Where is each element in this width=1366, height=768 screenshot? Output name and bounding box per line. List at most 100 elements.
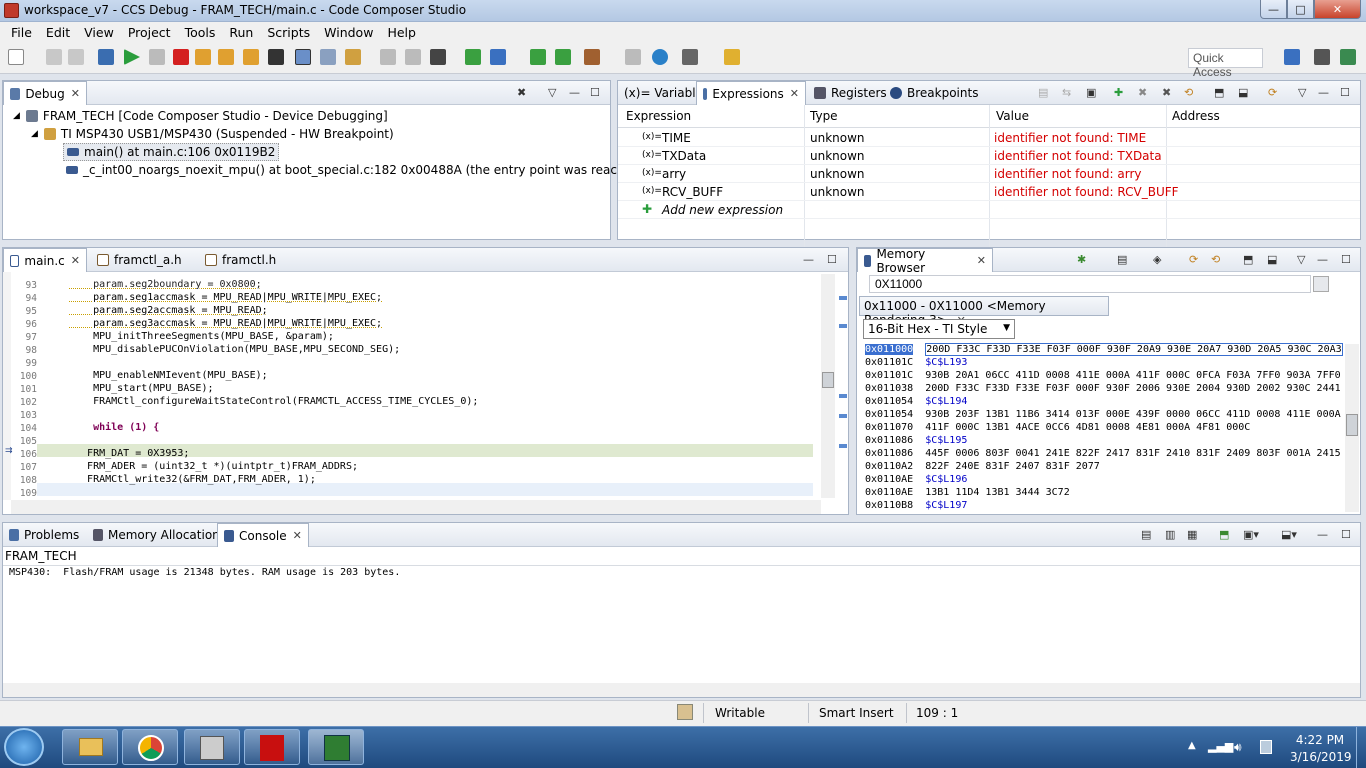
show-desktop-button[interactable] (1356, 727, 1366, 768)
tab-framctl-h[interactable]: framctl.h (199, 248, 282, 272)
memory-row[interactable]: 0x0110A2 822F 240E 831F 2407 831F 2077 (865, 461, 1100, 472)
minimize-button[interactable]: — (1260, 0, 1287, 19)
close-tab-icon[interactable]: ✕ (293, 529, 302, 542)
memory-data[interactable]: 822F 240E 831F 2407 831F 2077 (925, 461, 1100, 472)
format-select[interactable]: 16-Bit Hex - TI Style ▼ (863, 319, 1015, 339)
console-horizontal-scrollbar[interactable] (3, 683, 1360, 697)
ccs-edit-perspective-icon[interactable] (1314, 49, 1330, 65)
menu-window[interactable]: Window (317, 25, 380, 40)
suspend-icon[interactable] (149, 49, 165, 65)
code-line[interactable]: param.seg2boundary = 0x0800; (69, 279, 262, 290)
external-tools-icon[interactable] (724, 49, 740, 65)
action-center-icon[interactable] (1260, 740, 1272, 754)
expression-row[interactable]: (x)= RCV_BUFF unknown identifier not fou… (618, 183, 1360, 201)
code-line[interactable]: FRAMCtl_configureWaitStateControl(FRAMCT… (69, 396, 478, 407)
code-line[interactable]: FRM_DAT = 0X3953; (69, 448, 189, 459)
build-hammer-icon[interactable] (584, 49, 600, 65)
expression-row[interactable]: (x)= TIME unknown identifier not found: … (618, 129, 1360, 147)
tab-debug[interactable]: Debug ✕ (3, 81, 87, 105)
menu-tools[interactable]: Tools (178, 25, 223, 40)
menu-view[interactable]: View (77, 25, 121, 40)
clock-time[interactable]: 4:22 PM (1292, 733, 1348, 747)
close-tab-icon[interactable]: ✕ (71, 87, 80, 100)
pin-icon[interactable]: ⬓ (1267, 253, 1277, 266)
pin-console-icon[interactable]: ⬒ (1219, 528, 1229, 541)
load-program-icon[interactable] (430, 49, 446, 65)
memory-data[interactable]: 411F 000C 13B1 4ACE 0CC6 4D81 0008 4E81 … (925, 422, 1250, 433)
new-file-icon[interactable] (8, 49, 24, 65)
tab-framctl-a-h[interactable]: framctl_a.h (91, 248, 188, 272)
refresh-icon[interactable]: ⟳ (1268, 86, 1277, 99)
menu-edit[interactable]: Edit (39, 25, 77, 40)
memory-row[interactable]: 0x011054 930B 203F 13B1 11B6 3414 013F 0… (865, 409, 1341, 420)
terminal-icon[interactable] (98, 49, 114, 65)
close-tab-icon[interactable]: ✕ (977, 254, 986, 267)
reset-icon[interactable] (380, 49, 396, 65)
annotation-marker[interactable] (839, 444, 847, 448)
remove-terminated-icon[interactable]: ✖ (517, 86, 526, 99)
loop-icon[interactable] (555, 49, 571, 65)
show-type-icon[interactable]: ⇆ (1062, 86, 1071, 99)
maximize-button[interactable]: □ (1287, 0, 1314, 19)
connect-icon[interactable] (490, 49, 506, 65)
save-all-icon[interactable] (68, 49, 84, 65)
tab-breakpoints[interactable]: Breakpoints (884, 81, 984, 105)
memory-vertical-scrollbar[interactable] (1345, 344, 1359, 512)
view-menu-icon[interactable]: ▽ (1297, 253, 1305, 266)
close-button[interactable]: ✕ (1314, 0, 1361, 19)
tree-project-node[interactable]: ◢ FRAM_TECH [Code Composer Studio - Devi… (13, 109, 388, 123)
memory-row[interactable]: 0x01101C 930B 20A1 06CC 411D 0008 411E 0… (865, 370, 1341, 381)
assembly-step-icon[interactable] (295, 49, 311, 65)
memory-row[interactable]: 0x0110AE 13B1 11D4 13B1 3444 3C72 (865, 487, 1070, 498)
maximize-view-icon[interactable]: ☐ (1341, 253, 1351, 266)
view-menu-icon[interactable]: ▽ (1298, 86, 1306, 99)
code-line[interactable]: param.seg3accmask = MPU_READ|MPU_WRITE|M… (69, 318, 382, 329)
minimize-view-icon[interactable]: — (1318, 86, 1329, 99)
tab-registers[interactable]: Registers (808, 81, 893, 105)
memory-data[interactable]: 200D F33C F33D F33E F03F 000F 930F 20A9 … (925, 343, 1343, 356)
word-wrap-icon[interactable]: ▦ (1187, 528, 1197, 541)
column-expression[interactable]: Expression (626, 109, 691, 123)
status-clipboard-icon[interactable] (677, 704, 693, 720)
code-line[interactable]: MPU_disablePUCOnViolation(MPU_BASE,MPU_S… (69, 344, 400, 355)
minimize-view-icon[interactable]: — (1317, 253, 1328, 266)
menu-file[interactable]: File (4, 25, 39, 40)
editor-vertical-scrollbar[interactable] (821, 274, 835, 498)
menu-help[interactable]: Help (380, 25, 423, 40)
column-value[interactable]: Value (996, 109, 1029, 123)
menu-project[interactable]: Project (121, 25, 178, 40)
scroll-thumb[interactable] (1346, 414, 1358, 436)
memory-data[interactable]: 930B 20A1 06CC 411D 0008 411E 000A 411F … (925, 370, 1340, 381)
annotation-marker[interactable] (839, 296, 847, 300)
maximize-view-icon[interactable]: ☐ (590, 86, 600, 99)
terminate-icon[interactable] (173, 49, 189, 65)
save-memory-icon[interactable]: ▤ (1117, 253, 1127, 266)
view-menu-icon[interactable]: ▽ (548, 86, 556, 99)
annotation-marker[interactable] (839, 324, 847, 328)
continuous-refresh-icon[interactable]: ⟲ (1211, 253, 1220, 266)
tab-memory-browser[interactable]: Memory Browser ✕ (857, 247, 993, 275)
column-type[interactable]: Type (810, 109, 838, 123)
annotation-marker[interactable] (839, 414, 847, 418)
new-view-icon[interactable]: ⬒ (1243, 253, 1253, 266)
code-line[interactable]: MPU_enableNMIevent(MPU_BASE); (69, 370, 268, 381)
memory-data[interactable]: 200D F33C F33D F33E F03F 000F 930F 2006 … (925, 383, 1340, 394)
pin-icon[interactable]: ⬓ (1238, 86, 1248, 99)
maximize-view-icon[interactable]: ☐ (827, 253, 837, 266)
load-memory-icon[interactable]: ◈ (1153, 253, 1161, 266)
open-console-icon[interactable] (625, 49, 641, 65)
debug-settings-icon[interactable] (682, 49, 698, 65)
new-view-icon[interactable]: ⬒ (1214, 86, 1224, 99)
memory-row[interactable]: 0x011054 $C$L194 (865, 396, 967, 407)
add-expression-row[interactable]: ✚ Add new expression (618, 201, 1360, 219)
tab-main-c[interactable]: main.c ✕ (3, 248, 87, 272)
display-console-icon[interactable]: ▣▾ (1243, 528, 1259, 541)
tree-frame-main[interactable]: main() at main.c:106 0x0119B2 (63, 143, 280, 161)
virtualbox-icon[interactable] (184, 729, 240, 765)
step-into-icon[interactable] (195, 49, 211, 65)
reload-icon[interactable] (465, 49, 481, 65)
code-line[interactable]: MPU_initThreeSegments(MPU_BASE, &param); (69, 331, 334, 342)
code-line[interactable]: while (1) { (69, 422, 159, 433)
menu-scripts[interactable]: Scripts (260, 25, 317, 40)
expand-arrow-icon[interactable]: ◢ (31, 129, 38, 139)
